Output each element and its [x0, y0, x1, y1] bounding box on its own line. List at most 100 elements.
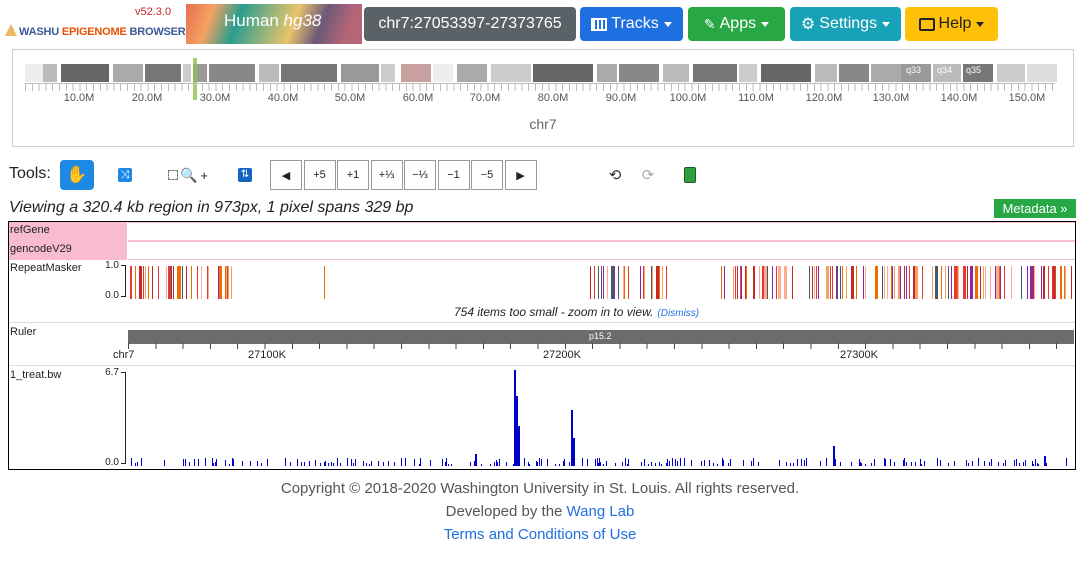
reverse-strand-button[interactable]: ⇅	[228, 160, 262, 190]
signal-bar	[751, 461, 752, 466]
signal-bar	[285, 458, 286, 466]
drag-tool-button[interactable]: ✋	[60, 160, 94, 190]
signal-bar	[667, 459, 668, 466]
ideogram-band	[761, 64, 811, 82]
signal-bar	[786, 462, 787, 466]
signal-bar	[659, 462, 660, 466]
gear-icon: ⚙	[800, 16, 816, 33]
signal-peak	[518, 426, 520, 466]
redo-button[interactable]: ⟳	[631, 160, 665, 190]
signal-bar	[537, 462, 538, 466]
chromosome-ideogram[interactable]: q33 q34 q35 10.0M 20.0M 30.0M 40.0M 50.0M 60.…	[12, 49, 1074, 147]
signal-bar	[587, 459, 588, 466]
signal-bar	[801, 459, 802, 466]
select-box-icon	[167, 170, 178, 180]
zoom-out-third-button[interactable]: −⅓	[404, 160, 436, 190]
ideogram-band	[533, 64, 593, 82]
zoom-out-5-button[interactable]: −5	[471, 160, 503, 190]
signal-bar	[991, 459, 992, 466]
app-version: v52.3.0	[135, 6, 172, 18]
signal-bar	[1038, 464, 1039, 466]
signal-bar	[135, 463, 136, 466]
pan-right-button[interactable]: ▶	[504, 160, 537, 190]
ideogram-band	[457, 64, 487, 82]
signal-bar	[267, 459, 268, 466]
reorder-tool-button[interactable]: ⤨	[108, 160, 142, 190]
signal-bar	[1066, 458, 1067, 466]
signal-bar	[420, 458, 421, 466]
signal-bar	[315, 460, 316, 466]
coordinate-input-button[interactable]: chr7:27053397-27373765	[364, 7, 576, 41]
signal-peak	[475, 454, 477, 466]
signal-bar	[257, 461, 258, 466]
signal-bar	[924, 461, 925, 466]
ideogram-ticks	[25, 83, 1055, 91]
wang-lab-link[interactable]: Wang Lab	[567, 503, 635, 520]
app-logo[interactable]: v52.3.0 Washu EpiGenome Browser	[5, 4, 186, 44]
signal-bar	[978, 458, 979, 466]
zoom-in-1-button[interactable]: +1	[337, 160, 369, 190]
signal-bar	[261, 463, 262, 466]
signal-bar	[324, 462, 325, 466]
signal-bar	[677, 461, 678, 466]
navbar: v52.3.0 Washu EpiGenome Browser Human hg…	[0, 0, 1080, 47]
caret-down-icon	[976, 21, 985, 27]
ideogram-tick-label: 130.0M	[872, 92, 910, 104]
ideogram-band	[997, 64, 1025, 82]
signal-bar	[216, 459, 217, 466]
signal-bar	[600, 462, 601, 466]
signal-bar	[998, 462, 999, 466]
logo-icon	[5, 24, 17, 36]
genome-selector[interactable]: Human hg38	[186, 4, 362, 44]
magnifier-icon: 🔍	[179, 166, 198, 183]
band-label: q34	[937, 65, 953, 75]
signal-bar	[661, 464, 662, 466]
ideogram-band	[739, 64, 757, 82]
signal-bar	[1025, 460, 1026, 466]
shuffle-icon: ⤨	[118, 168, 132, 182]
help-menu-button[interactable]: Help	[905, 7, 998, 41]
signal-bar	[394, 462, 395, 466]
track-container[interactable]: refGene gencodeV29 RepeatMasker 1.0 0.0 …	[8, 221, 1076, 470]
signal-bar	[320, 463, 321, 466]
zoom-in-third-button[interactable]: +⅓	[370, 160, 403, 190]
pan-left-button[interactable]: ◀	[270, 160, 302, 190]
tracks-menu-button[interactable]: Tracks	[580, 7, 683, 41]
band-label: q35	[966, 65, 982, 75]
signal-bar	[871, 463, 872, 466]
signal-bar	[205, 458, 206, 466]
signal-bar	[325, 461, 326, 466]
signal-bar	[213, 463, 214, 466]
signal-bar	[198, 459, 199, 466]
signal-bar	[242, 461, 243, 466]
reverse-icon: ⇅	[238, 168, 252, 182]
ideogram-band	[871, 64, 901, 82]
terms-link[interactable]: Terms and Conditions of Use	[444, 526, 637, 543]
bigwig-signal-plot[interactable]	[9, 222, 1075, 470]
zoom-select-tool-button[interactable]: 🔍 +	[160, 160, 216, 190]
ideogram-tick-label: 150.0M	[1008, 92, 1046, 104]
ideogram-band	[619, 64, 659, 82]
zoom-in-5-button[interactable]: +5	[303, 160, 336, 190]
signal-peak	[571, 410, 573, 466]
signal-bar	[669, 461, 670, 466]
signal-bar	[1033, 464, 1034, 466]
undo-button[interactable]: ⟲	[598, 160, 632, 190]
settings-menu-button[interactable]: ⚙ Settings	[790, 7, 901, 41]
ideogram-band	[281, 64, 337, 82]
book-icon	[684, 167, 696, 183]
signal-bar	[666, 463, 667, 466]
signal-bar	[728, 463, 729, 466]
signal-bar	[903, 460, 904, 466]
zoom-out-1-button[interactable]: −1	[437, 160, 470, 190]
signal-bar	[1046, 463, 1047, 466]
metadata-button[interactable]: Metadata »	[994, 199, 1076, 218]
history-button[interactable]	[673, 160, 707, 190]
apps-menu-button[interactable]: ✎ Apps	[688, 7, 785, 41]
signal-bar	[968, 463, 969, 466]
undo-icon: ⟲	[608, 167, 622, 184]
signal-bar	[940, 460, 941, 466]
signal-bar	[865, 464, 866, 466]
signal-bar	[937, 458, 938, 466]
app-brand: Washu EpiGenome Browser	[5, 24, 186, 38]
